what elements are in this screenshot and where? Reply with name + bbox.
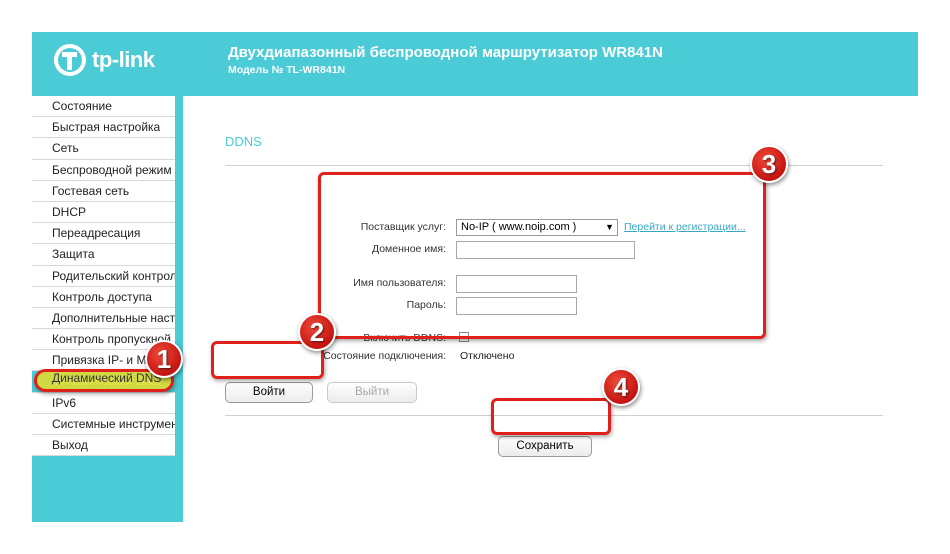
logo-text: tp-link — [92, 47, 155, 72]
sidebar-item[interactable]: Сеть — [32, 138, 175, 160]
tp-link-logo-icon — [52, 42, 88, 78]
step-4-badge: 4 — [602, 368, 640, 406]
router-title: Двухдиапазонный беспроводной маршрутизат… — [228, 44, 663, 61]
sidebar-menu: Состояние Быстрая настройка Сеть Беспроводн… — [32, 96, 175, 457]
logout-button[interactable]: Выйти — [327, 382, 417, 403]
annotation-box-save — [491, 398, 611, 435]
sidebar-item[interactable]: Беспроводной режим — [32, 159, 175, 181]
sidebar-item-highlight-label: Динамический DNS — [52, 371, 162, 385]
sidebar-item[interactable]: Быстрая настройка — [32, 117, 175, 139]
sidebar-item[interactable]: Выход — [32, 435, 175, 457]
step-1-badge: 1 — [145, 340, 183, 378]
sidebar-item[interactable]: Состояние — [32, 96, 175, 118]
sidebar-item[interactable]: Дополнительные настр — [32, 307, 175, 330]
page-title: DDNS — [225, 134, 262, 149]
sidebar-item[interactable]: Переадресация — [32, 223, 175, 245]
sidebar-item[interactable]: Защита — [32, 244, 175, 266]
step-2-badge: 2 — [298, 313, 336, 351]
router-model: Модель № TL-WR841N — [228, 64, 346, 76]
connection-status-value: Отключено — [460, 350, 515, 362]
login-button[interactable]: Войти — [225, 382, 313, 403]
sidebar-item[interactable]: Родительский контроль — [32, 265, 175, 287]
step-3-badge: 3 — [750, 145, 788, 183]
sidebar-item[interactable]: DHCP — [32, 201, 175, 224]
annotation-box-form — [318, 172, 766, 339]
sidebar-item[interactable]: Системные инструмент — [32, 413, 175, 435]
sidebar-item[interactable]: IPv6 — [32, 392, 175, 414]
sidebar-item[interactable]: Контроль доступа — [32, 286, 175, 308]
tp-link-logo: tp-link — [52, 42, 155, 78]
connection-status-label: Состояние подключения: — [323, 350, 446, 362]
sidebar-item[interactable]: Гостевая сеть — [32, 180, 175, 202]
save-button[interactable]: Сохранить — [498, 436, 592, 457]
